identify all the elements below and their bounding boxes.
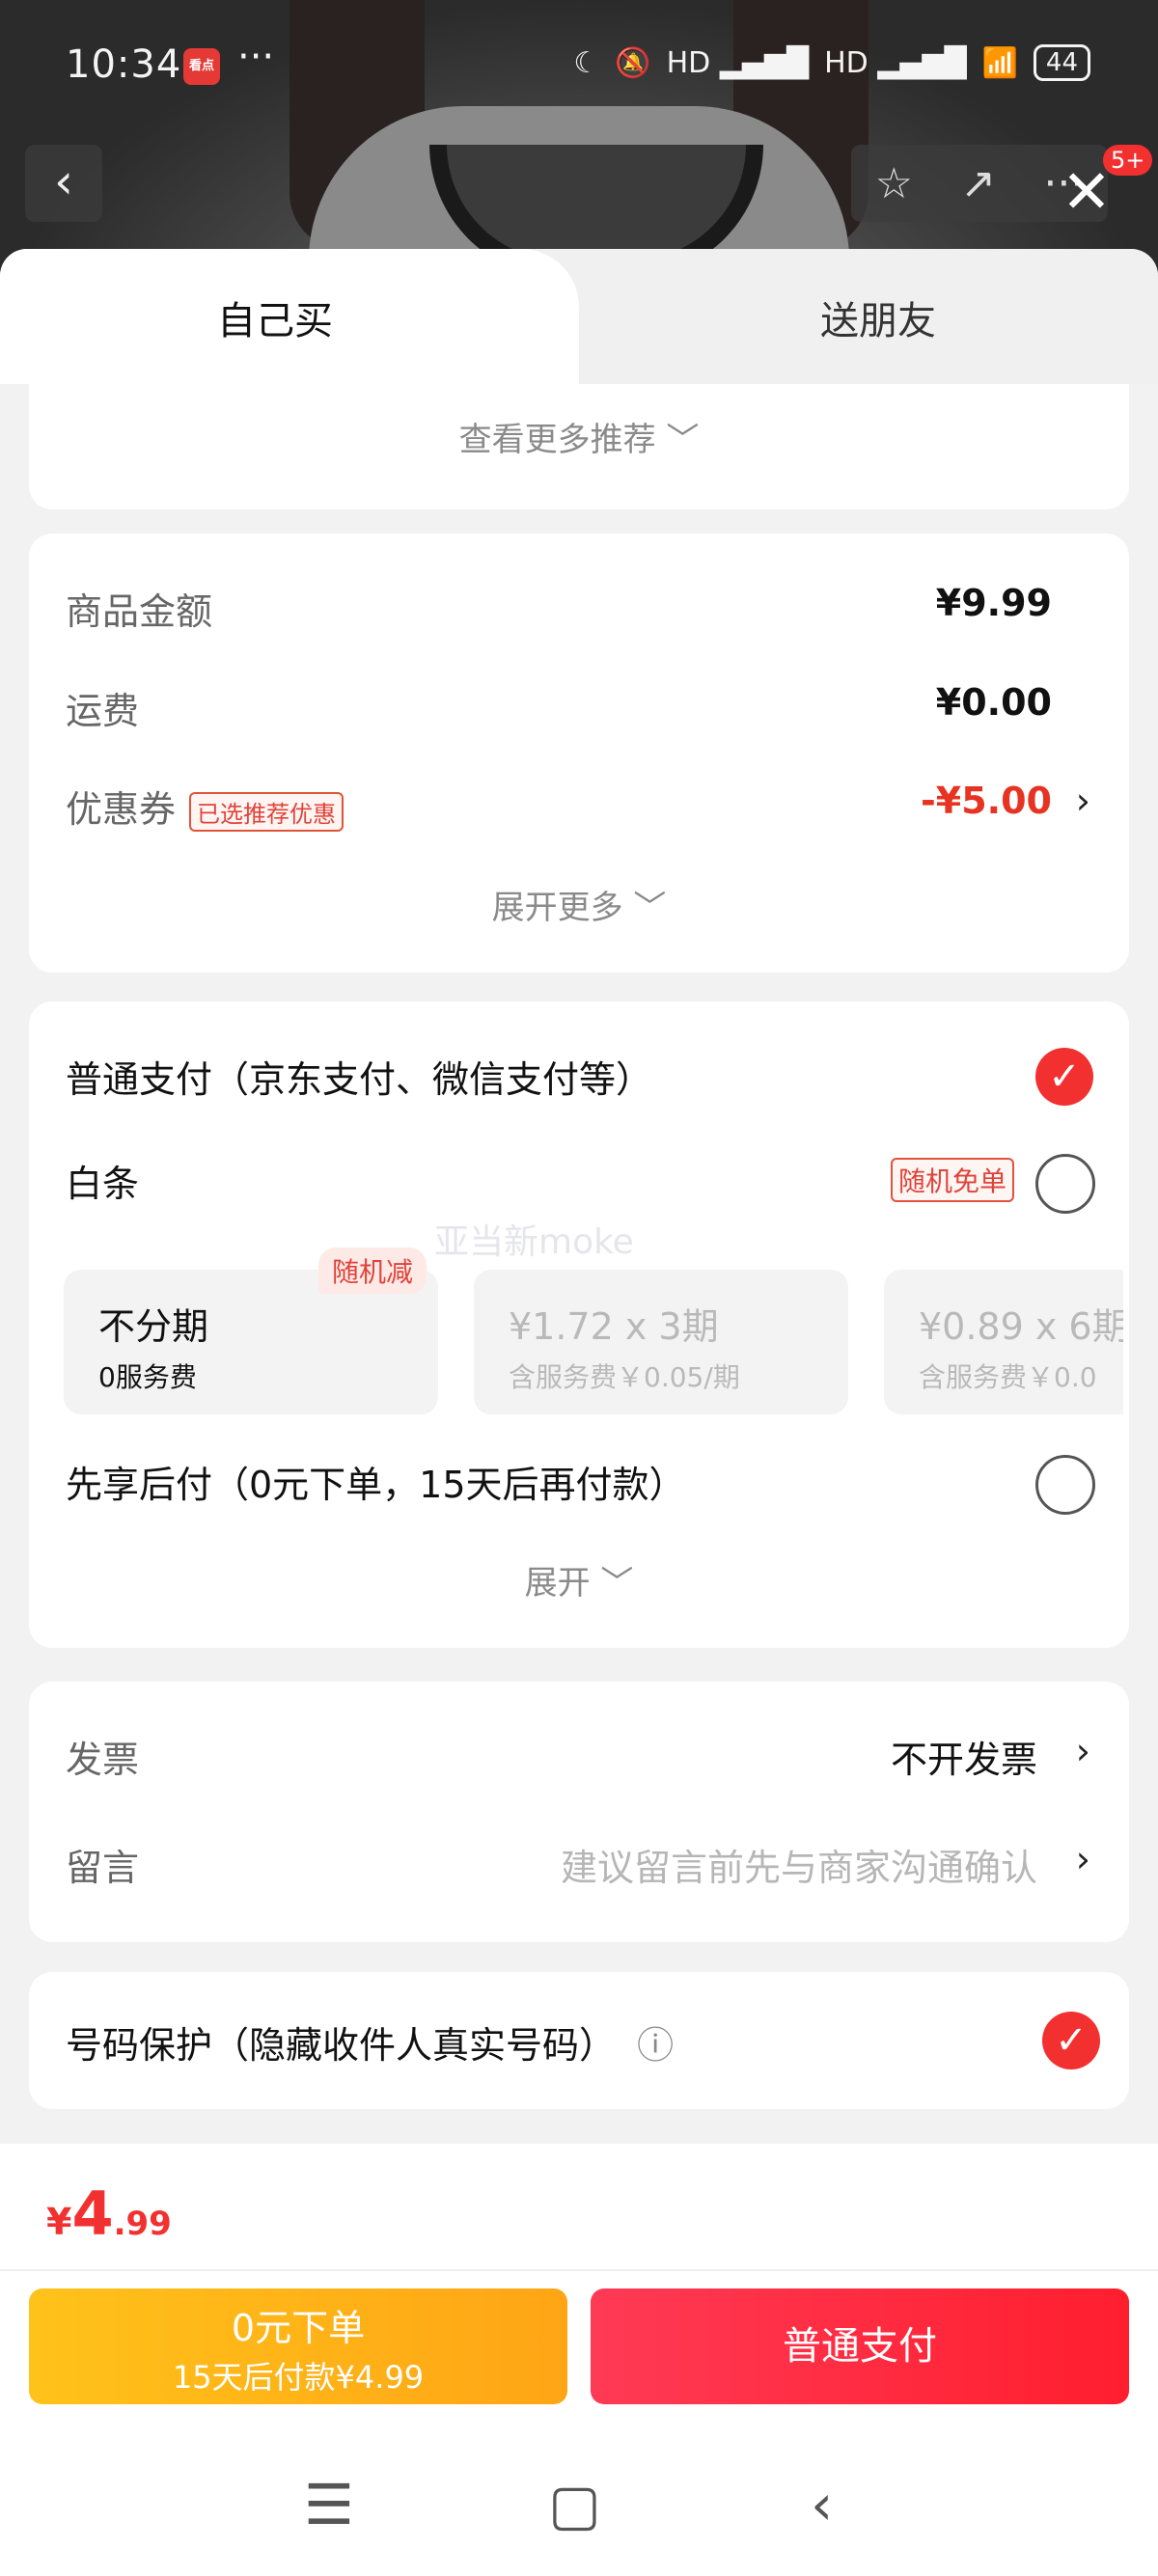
bnpl-label[interactable]: 先享后付（0元下单，15天后再付款）	[66, 1455, 686, 1508]
plan-title: ¥0.89 x 6期	[919, 1305, 1123, 1348]
normal-payment-label[interactable]: 普通支付（京东支付、微信支付等）	[66, 1050, 652, 1103]
number-protection-card: 号码保护（隐藏收件人真实号码） ⓘ ✓	[29, 1972, 1129, 2109]
chevron-right-icon[interactable]: ›	[1076, 780, 1090, 822]
invoice-value[interactable]: 不开发票	[891, 1730, 1037, 1783]
purchase-tabs: 自己买 送朋友	[0, 249, 1158, 384]
message-label: 留言	[66, 1847, 140, 1889]
message-input[interactable]: 建议留言前先与商家沟通确认	[561, 1838, 1037, 1891]
invoice-card: 发票 不开发票 › 留言 建议留言前先与商家沟通确认 ›	[29, 1682, 1129, 1942]
plan-3-periods[interactable]: ¥1.72 x 3期 含服务费￥0.05/期	[474, 1270, 848, 1414]
mute-icon: 🔕	[615, 45, 651, 80]
checkout-sheet: 自己买 送朋友 查看更多推荐 ﹀ 商品金额 ¥9.99 运费 ¥0.00 优惠券…	[0, 249, 1158, 2576]
plan-sub: 含服务费￥0.05/期	[509, 1361, 740, 1393]
plan-6-periods[interactable]: ¥0.89 x 6期 含服务费￥0.0	[884, 1270, 1123, 1414]
share-icon[interactable]: ↗	[960, 159, 996, 208]
goods-amount-value: ¥9.99	[935, 582, 1052, 624]
goods-amount-label: 商品金额	[66, 590, 213, 633]
coupon-value[interactable]: -¥5.00	[921, 780, 1052, 822]
plan-sub: 0服务费	[98, 1361, 197, 1393]
bnpl-radio[interactable]	[1035, 1455, 1095, 1515]
signal-icon-2: HD ▂▄▆█	[824, 45, 967, 80]
random-discount-badge: 随机减	[318, 1247, 427, 1294]
status-indicators: ☾ 🔕 HD ▂▄▆█ HD ▂▄▆█ 📶 44	[573, 44, 1090, 81]
watermark-text: 亚当新moke	[434, 1222, 634, 1262]
close-icon[interactable]: ✕	[1062, 162, 1112, 222]
total-currency: ¥	[46, 2201, 72, 2243]
menu-icon[interactable]: ☰	[304, 2472, 354, 2537]
installment-plans-track: 不分期 0服务费 ¥1.72 x 3期 含服务费￥0.05/期 ¥0.89 x …	[64, 1260, 1123, 1414]
shipping-value: ¥0.00	[935, 681, 1052, 724]
number-protection-checked-icon[interactable]: ✓	[1042, 2012, 1100, 2069]
zero-yuan-line1: 0元下单	[231, 2307, 366, 2349]
number-protection-text: 号码保护（隐藏收件人真实号码）	[66, 2024, 617, 2067]
normal-pay-button[interactable]: 普通支付	[591, 2288, 1129, 2404]
checkout-bottom-bar: ¥4.99 0元下单 15天后付款¥4.99 普通支付 ☰ ▢ ‹	[0, 2144, 1158, 2576]
zero-yuan-line2: 15天后付款¥4.99	[172, 2359, 425, 2396]
back-button[interactable]: ‹	[25, 145, 102, 222]
zero-yuan-order-button[interactable]: 0元下单 15天后付款¥4.99	[29, 2288, 567, 2404]
star-icon[interactable]: ☆	[875, 159, 913, 208]
total-decimal: .99	[113, 2205, 172, 2243]
coupon-label: 优惠券	[66, 788, 177, 831]
invoice-label: 发票	[66, 1739, 140, 1781]
tab-gift[interactable]: 送朋友	[820, 289, 936, 345]
total-integer: 4	[71, 2179, 114, 2249]
total-price: ¥4.99	[46, 2179, 172, 2249]
chevron-right-icon[interactable]: ›	[1076, 1730, 1090, 1772]
shipping-label: 运费	[66, 690, 140, 732]
chevron-right-icon[interactable]: ›	[1076, 1838, 1090, 1880]
status-time: 10:34	[66, 42, 182, 87]
battery-icon: 44	[1033, 44, 1090, 81]
payment-card: 普通支付（京东支付、微信支付等） ✓ 白条 随机免单 不分期 0服务费 ¥1.7…	[29, 1001, 1129, 1648]
plan-title: 不分期	[98, 1305, 209, 1348]
info-icon[interactable]: ⓘ	[637, 2024, 674, 2067]
app-notification-icon: 看点	[183, 48, 220, 85]
status-bar: 10:34 看点 ··· ☾ 🔕 HD ▂▄▆█ HD ▂▄▆█ 📶 44	[0, 0, 1158, 135]
home-icon[interactable]: ▢	[548, 2472, 601, 2537]
coupon-selected-tag: 已选推荐优惠	[189, 792, 345, 832]
divider	[0, 2269, 1158, 2271]
signal-icon-1: HD ▂▄▆█	[666, 45, 810, 80]
installment-plans: 不分期 0服务费 ¥1.72 x 3期 含服务费￥0.05/期 ¥0.89 x …	[64, 1260, 1123, 1414]
tab-self[interactable]: 自己买	[217, 289, 333, 345]
baitiao-random-free-tag: 随机免单	[891, 1158, 1015, 1202]
expand-payment-link[interactable]: 展开 ﹀	[29, 1556, 1129, 1603]
baitiao-radio[interactable]	[1035, 1154, 1095, 1214]
wifi-icon: 📶	[981, 45, 1018, 80]
moon-icon: ☾	[573, 45, 600, 80]
more-recommendations-link[interactable]: 查看更多推荐 ﹀	[29, 413, 1129, 460]
recommendation-card: 查看更多推荐 ﹀	[29, 384, 1129, 509]
more-notifications-icon: ···	[237, 35, 275, 79]
normal-payment-checked-icon[interactable]: ✓	[1035, 1048, 1093, 1106]
plan-sub: 含服务费￥0.0	[919, 1361, 1097, 1393]
back-nav-icon[interactable]: ‹	[811, 2472, 833, 2537]
expand-more-link[interactable]: 展开更多 ﹀	[29, 881, 1129, 928]
baitiao-label[interactable]: 白条	[66, 1154, 139, 1207]
plan-title: ¥1.72 x 3期	[509, 1305, 719, 1348]
number-protection-label: 号码保护（隐藏收件人真实号码） ⓘ	[66, 2015, 674, 2069]
price-summary-card: 商品金额 ¥9.99 运费 ¥0.00 优惠券 已选推荐优惠 -¥5.00 › 展…	[29, 534, 1129, 973]
coupon-row[interactable]: 优惠券 已选推荐优惠	[66, 780, 345, 833]
